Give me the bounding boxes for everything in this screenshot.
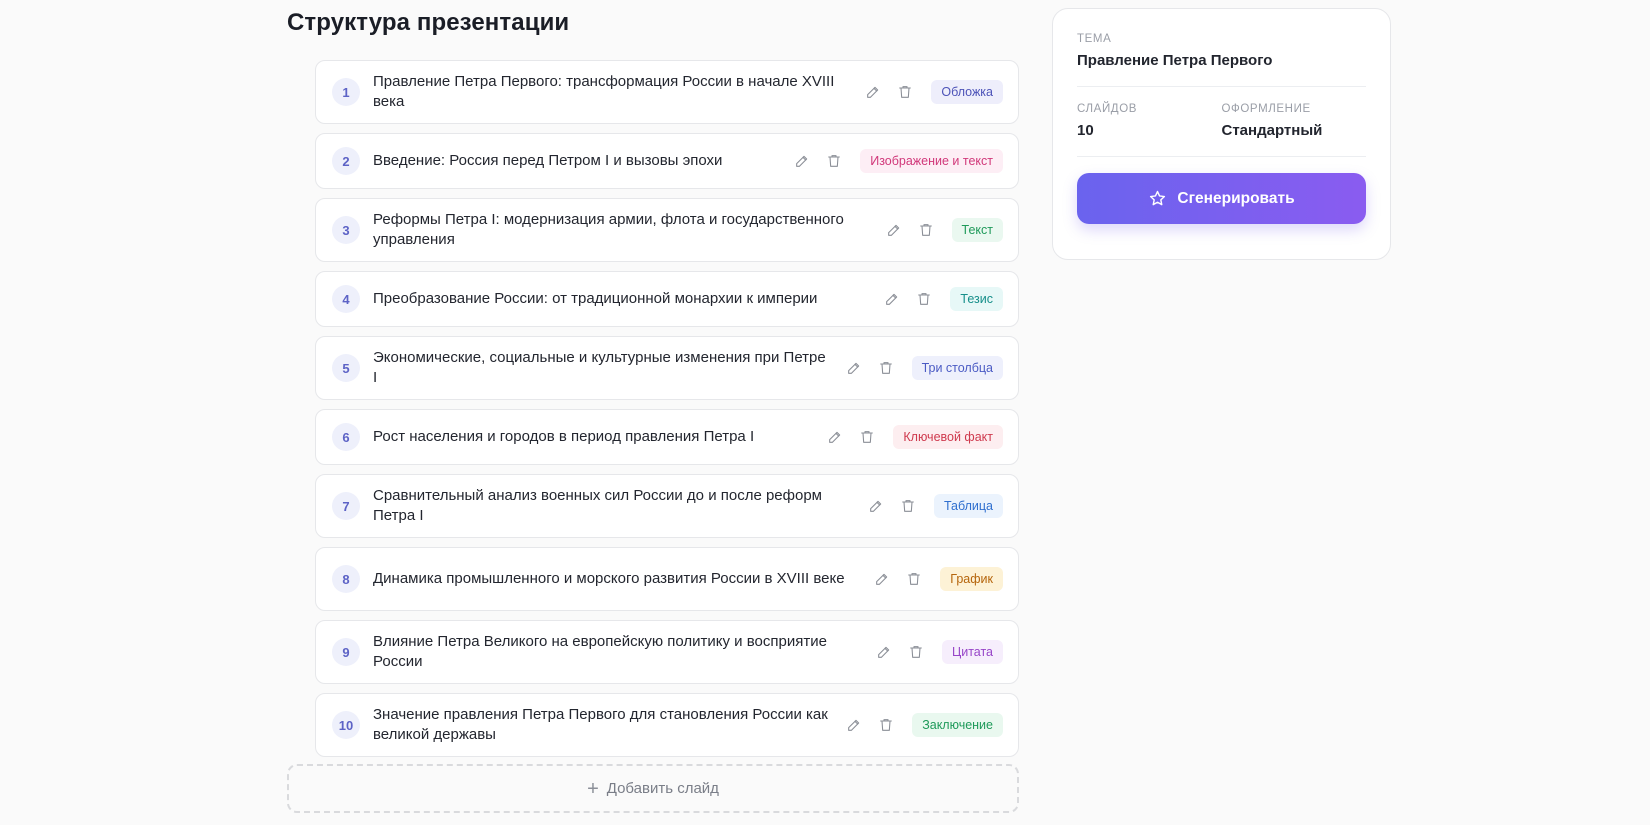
slide-list: 1 Правление Петра Первого: трансформация … <box>315 60 1019 766</box>
slide-number: 10 <box>332 711 360 739</box>
slide-card[interactable]: 5 Экономические, социальные и культурные … <box>315 336 1019 400</box>
slide-actions <box>826 428 876 446</box>
design-section: Оформление Стандартный <box>1222 103 1367 139</box>
pencil-icon[interactable] <box>875 643 893 661</box>
slide-title[interactable]: Реформы Петра I: модернизация армии, фло… <box>373 210 885 250</box>
pencil-icon[interactable] <box>883 290 901 308</box>
layout-badge[interactable]: Текст <box>951 218 1003 242</box>
pencil-icon[interactable] <box>793 152 811 170</box>
generate-button[interactable]: Сгенерировать <box>1077 173 1366 224</box>
slide-card[interactable]: 4 Преобразование России: от традиционной … <box>315 271 1019 327</box>
trash-icon[interactable] <box>825 152 843 170</box>
layout-badge[interactable]: Обложка <box>931 80 1003 104</box>
slide-title[interactable]: Значение правления Петра Первого для ста… <box>373 705 845 745</box>
trash-icon[interactable] <box>905 570 923 588</box>
slide-title[interactable]: Правление Петра Первого: трансформация Р… <box>373 72 864 112</box>
trash-icon[interactable] <box>915 290 933 308</box>
slide-number: 7 <box>332 492 360 520</box>
add-slide-label: Добавить слайд <box>606 780 719 797</box>
slide-number: 6 <box>332 423 360 451</box>
slide-card[interactable]: 8 Динамика промышленного и морского разви… <box>315 547 1019 611</box>
trash-icon[interactable] <box>907 643 925 661</box>
slides-count-section: Слайдов 10 <box>1077 103 1222 139</box>
slide-card[interactable]: 6 Рост населения и городов в период правл… <box>315 409 1019 465</box>
slide-number: 8 <box>332 565 360 593</box>
layout-badge[interactable]: Таблица <box>933 494 1003 518</box>
pencil-icon[interactable] <box>845 359 863 377</box>
slide-number: 9 <box>332 638 360 666</box>
meta-grid: Слайдов 10 Оформление Стандартный <box>1077 103 1366 139</box>
slide-number: 2 <box>332 147 360 175</box>
slide-card[interactable]: 7 Сравнительный анализ военных сил России… <box>315 474 1019 538</box>
trash-icon[interactable] <box>877 716 895 734</box>
design-value: Стандартный <box>1221 122 1323 139</box>
presentation-structure-page: Структура презентации 1 Правление Петра П… <box>0 0 1650 825</box>
slide-actions <box>793 152 843 170</box>
layout-badge[interactable]: Три столбца <box>911 356 1003 380</box>
topic-value: Правление Петра Первого <box>1077 52 1273 69</box>
divider <box>1077 156 1366 157</box>
slide-number: 1 <box>332 78 360 106</box>
slide-number: 5 <box>332 354 360 382</box>
slide-title[interactable]: Преобразование России: от традиционной м… <box>373 289 883 309</box>
slides-count-value: 10 <box>1077 122 1094 139</box>
slide-actions <box>845 359 895 377</box>
layout-badge[interactable]: Изображение и текст <box>860 149 1003 173</box>
layout-badge[interactable]: Цитата <box>941 640 1003 664</box>
layout-badge[interactable]: Ключевой факт <box>893 425 1003 449</box>
divider <box>1077 86 1366 87</box>
pencil-icon[interactable] <box>873 570 891 588</box>
slide-card[interactable]: 1 Правление Петра Первого: трансформация … <box>315 60 1019 124</box>
slide-title[interactable]: Динамика промышленного и морского развит… <box>373 569 873 589</box>
trash-icon[interactable] <box>917 221 935 239</box>
slide-title[interactable]: Рост населения и городов в период правле… <box>373 427 826 447</box>
slide-actions <box>875 643 925 661</box>
page-title: Структура презентации <box>287 9 570 36</box>
trash-icon[interactable] <box>896 83 914 101</box>
plus-icon: + <box>587 777 599 800</box>
pencil-icon[interactable] <box>867 497 885 515</box>
slide-title[interactable]: Сравнительный анализ военных сил России … <box>373 486 867 526</box>
slide-actions <box>867 497 917 515</box>
slide-actions <box>864 83 914 101</box>
slides-count-label: Слайдов <box>1077 103 1138 115</box>
pencil-icon[interactable] <box>885 221 903 239</box>
slide-title[interactable]: Влияние Петра Великого на европейскую по… <box>373 632 875 672</box>
trash-icon[interactable] <box>877 359 895 377</box>
topic-label: Тема <box>1077 33 1112 45</box>
star-icon <box>1150 190 1166 206</box>
pencil-icon[interactable] <box>864 83 882 101</box>
generate-label: Сгенерировать <box>1177 189 1295 207</box>
slide-actions <box>873 570 923 588</box>
slide-actions <box>883 290 933 308</box>
slide-actions <box>845 716 895 734</box>
pencil-icon[interactable] <box>845 716 863 734</box>
layout-badge[interactable]: График <box>940 567 1003 591</box>
slide-actions <box>885 221 935 239</box>
trash-icon[interactable] <box>899 497 917 515</box>
slide-card[interactable]: 10 Значение правления Петра Первого для с… <box>315 693 1019 757</box>
summary-panel: Тема Правление Петра Первого Слайдов 10 … <box>1052 8 1391 260</box>
trash-icon[interactable] <box>858 428 876 446</box>
slide-card[interactable]: 9 Влияние Петра Великого на европейскую п… <box>315 620 1019 684</box>
slide-number: 3 <box>332 216 360 244</box>
slide-card[interactable]: 3 Реформы Петра I: модернизация армии, фл… <box>315 198 1019 262</box>
layout-badge[interactable]: Заключение <box>912 713 1003 737</box>
pencil-icon[interactable] <box>826 428 844 446</box>
slide-number: 4 <box>332 285 360 313</box>
slide-title[interactable]: Введение: Россия перед Петром I и вызовы… <box>373 151 793 171</box>
topic-section: Тема Правление Петра Первого <box>1077 33 1366 69</box>
layout-badge[interactable]: Тезис <box>950 287 1003 311</box>
slide-card[interactable]: 2 Введение: Россия перед Петром I и вызов… <box>315 133 1019 189</box>
design-label: Оформление <box>1221 103 1311 115</box>
slide-title[interactable]: Экономические, социальные и культурные и… <box>373 348 845 388</box>
add-slide-button[interactable]: + Добавить слайд <box>287 764 1019 813</box>
